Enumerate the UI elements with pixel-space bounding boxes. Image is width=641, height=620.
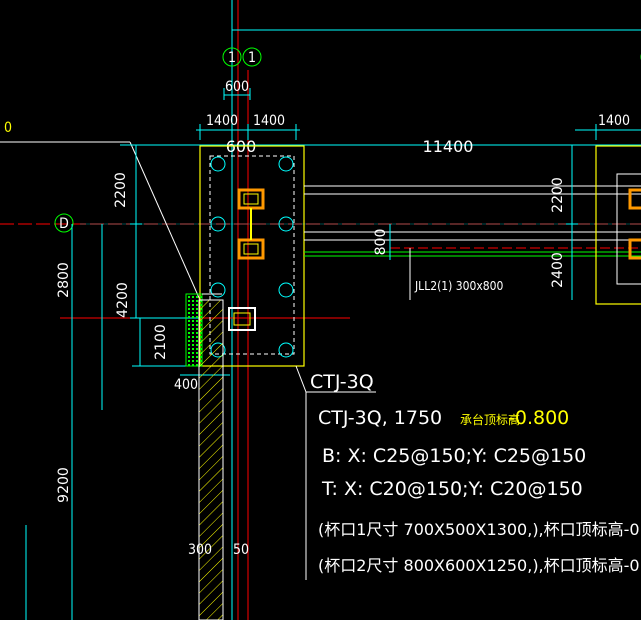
beam-label: JLL2(1) 300x800 [414, 279, 504, 293]
note-line-1: CTJ-3Q, 1750 [318, 407, 442, 429]
note-line-3: T: X: C20@150;Y: C20@150 [321, 478, 583, 500]
dim-2400: 2400 [550, 252, 566, 288]
axis-label-1a: 1 [228, 50, 236, 66]
axis-bubble-d: D [54, 213, 74, 233]
note-elev-value: -0.800 [508, 407, 569, 429]
dim-4200: 4200 [115, 282, 131, 318]
dim-2800: 2800 [56, 262, 72, 298]
top-dimension-lines [120, 88, 641, 146]
dim-800: 800 [373, 229, 389, 256]
dim-2100: 2100 [153, 324, 169, 360]
dim-1400-right: 1400 [253, 113, 285, 129]
dim-1400-far: 1400 [598, 113, 630, 129]
dim-50: 50 [233, 542, 249, 558]
cup-sockets [228, 188, 265, 331]
dim-1400-left: 1400 [206, 113, 238, 129]
note-line-4: (杯口1尺寸 700X500X1300,),杯口顶标高-0.80,2个 [318, 520, 641, 539]
cap-tag: CTJ-3Q [310, 371, 374, 393]
note-line-2: B: X: C25@150;Y: C25@150 [322, 445, 586, 467]
axis-bubble-1b: 1 [242, 47, 262, 67]
dim-400: 400 [174, 377, 198, 393]
column-section [185, 293, 224, 620]
cad-drawing: 1 1 D 600 1400 1400 600 11400 1400 0 220… [0, 0, 641, 620]
dim-11400: 11400 [423, 137, 474, 156]
dim-9200: 9200 [56, 467, 72, 503]
dim-2200-left: 2200 [113, 172, 129, 208]
axis-label-d: D [59, 216, 69, 232]
dim-left-partial: 0 [4, 120, 12, 136]
dim-300: 300 [188, 542, 212, 558]
dim-2200-right: 2200 [550, 177, 566, 213]
dim-600-top: 600 [225, 79, 249, 95]
axis-label-1b: 1 [248, 50, 256, 66]
cap-tag-leader [295, 365, 376, 580]
note-line-5: (杯口2尺寸 800X600X1250,),杯口顶标高-0.80,1个 [318, 556, 641, 575]
